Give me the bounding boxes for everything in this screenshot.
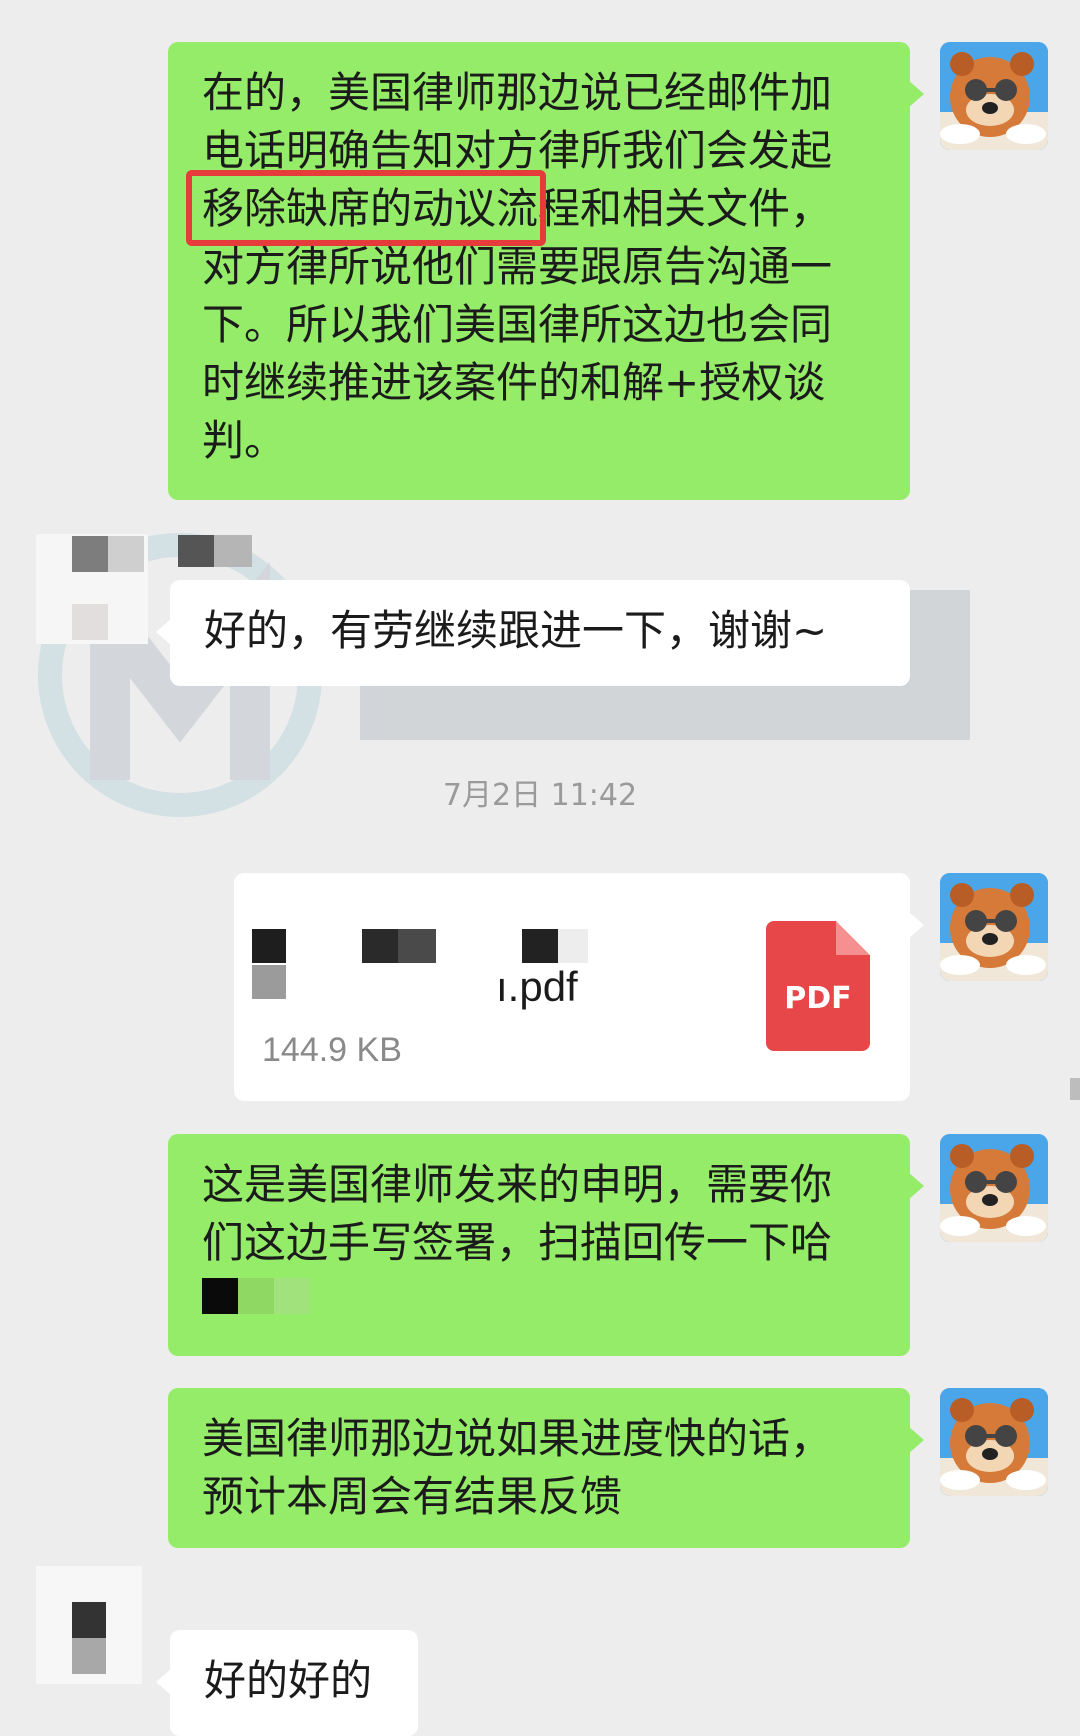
avatar[interactable] — [940, 873, 1048, 981]
message-line: 这是美国律师发来的申明，需要你 — [202, 1160, 833, 1209]
message-line: 对方律所说他们需要跟原告沟通一 — [202, 242, 833, 291]
scrollbar-thumb[interactable] — [1070, 1078, 1080, 1100]
file-size: 144.9 KB — [262, 1031, 402, 1069]
pixelated-sender-name — [178, 535, 252, 567]
cartoon-bear-avatar-icon — [940, 1388, 1048, 1496]
avatar[interactable] — [940, 42, 1048, 150]
outgoing-message-bubble[interactable]: 这是美国律师发来的申明，需要你 们这边手写签署，扫描回传一下哈 — [168, 1134, 924, 1356]
message-line: 预计本周会有结果反馈 — [202, 1472, 623, 1521]
message-line: 下。所以我们美国律所这边也会同 — [202, 300, 833, 349]
message-text: 流程和相关文件， — [496, 184, 833, 233]
cartoon-bear-avatar-icon — [940, 873, 1048, 981]
pixelated-avatar[interactable] — [36, 1566, 142, 1684]
cartoon-bear-avatar-icon — [940, 1134, 1048, 1242]
message-line: 们这边手写签署，扫描回传一下哈 — [202, 1218, 833, 1267]
message-line: 在的，美国律师那边说已经邮件加 — [202, 68, 833, 117]
timestamp: 7月2日 11:42 — [442, 778, 638, 813]
pixelated-text — [202, 1278, 876, 1318]
avatar[interactable] — [940, 1134, 1048, 1242]
incoming-message-bubble[interactable]: 好的，有劳继续跟进一下，谢谢~ — [156, 580, 910, 686]
file-name: ı.pdf — [496, 963, 578, 1010]
message-line: 判。 — [202, 416, 287, 465]
message-text: 好的，有劳继续跟进一下，谢谢~ — [204, 606, 828, 655]
outgoing-message-bubble[interactable]: 在的，美国律师那边说已经邮件加 电话明确告知对方律所我们会发起 移除缺席的动议流… — [168, 42, 924, 500]
red-highlight-box — [186, 170, 546, 246]
outgoing-message-bubble[interactable]: 美国律师那边说如果进度快的话， 预计本周会有结果反馈 — [168, 1388, 924, 1548]
incoming-message-bubble[interactable]: 好的好的 — [156, 1630, 418, 1736]
message-line: 时继续推进该案件的和解+授权谈 — [202, 358, 826, 407]
pdf-file-icon: PDF — [766, 921, 870, 1051]
message-text: 好的好的 — [204, 1656, 373, 1705]
pixelated-avatar[interactable] — [36, 534, 148, 644]
cartoon-bear-avatar-icon — [940, 42, 1048, 150]
message-line: 美国律师那边说如果进度快的话， — [202, 1414, 833, 1463]
file-message-card[interactable]: ı.pdf 144.9 KB PDF — [234, 873, 924, 1101]
avatar[interactable] — [940, 1388, 1048, 1496]
